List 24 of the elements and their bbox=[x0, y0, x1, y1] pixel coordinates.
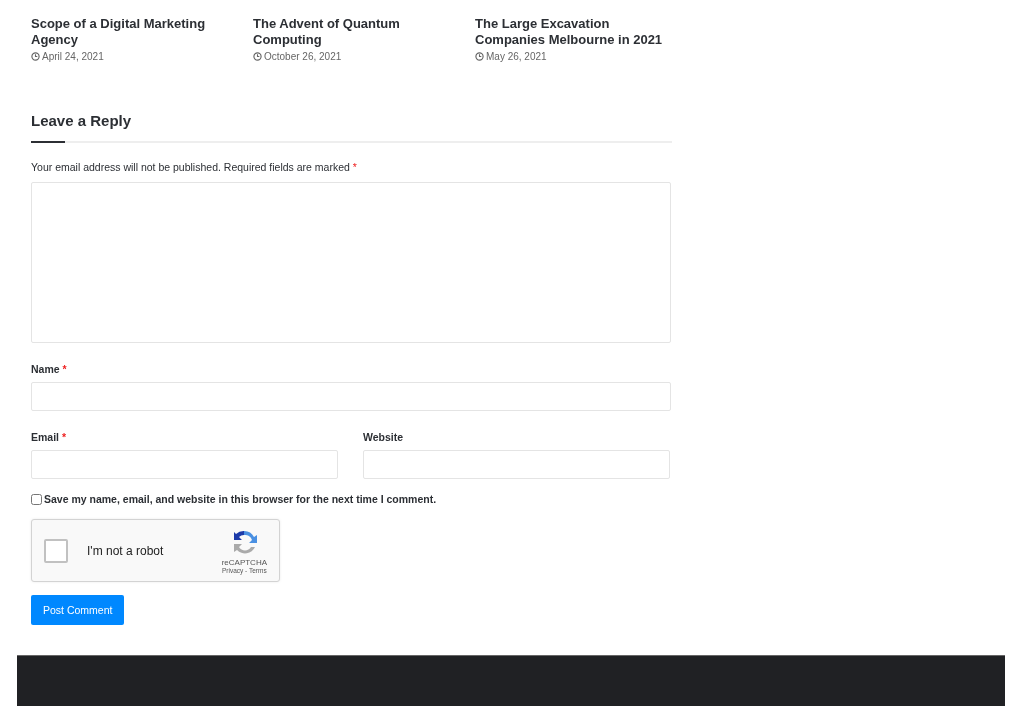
save-checkbox[interactable] bbox=[31, 493, 42, 505]
field-label: Name * bbox=[31, 363, 67, 375]
captcha-label: I'm not a robot bbox=[87, 543, 165, 558]
field-label: Email * bbox=[31, 431, 67, 443]
clock-icon bbox=[475, 52, 484, 61]
post-title-link[interactable]: Scope of a Digital Marketing Agency bbox=[31, 16, 232, 48]
comment-field[interactable] bbox=[31, 182, 671, 343]
captcha-checkbox[interactable] bbox=[44, 538, 68, 563]
captcha-brand: reCAPTCHA bbox=[221, 557, 267, 567]
post-title-link[interactable]: The Advent of Quantum Computing bbox=[253, 16, 454, 48]
clock-icon bbox=[31, 52, 40, 61]
required-notice: Your email address will not be published. Required fields are marked * bbox=[31, 161, 358, 173]
checkbox-label: Save my name, email, and website in this browser for the next time I comment. bbox=[44, 493, 437, 505]
field-label: Website bbox=[363, 431, 404, 443]
input-field[interactable] bbox=[31, 450, 338, 479]
post-date: October 26, 2021 bbox=[264, 51, 342, 62]
post-title-link[interactable]: The Large Excavation Companies Melbourne in 2021 bbox=[475, 16, 676, 48]
post-comment-button[interactable]: Post Comment bbox=[31, 595, 125, 625]
post-date: May 26, 2021 bbox=[486, 51, 547, 62]
input-field[interactable] bbox=[31, 382, 671, 411]
post-date: April 24, 2021 bbox=[42, 51, 104, 62]
section-heading: Leave a Reply bbox=[31, 112, 133, 129]
input-field[interactable] bbox=[363, 450, 670, 479]
clock-icon bbox=[253, 52, 262, 61]
